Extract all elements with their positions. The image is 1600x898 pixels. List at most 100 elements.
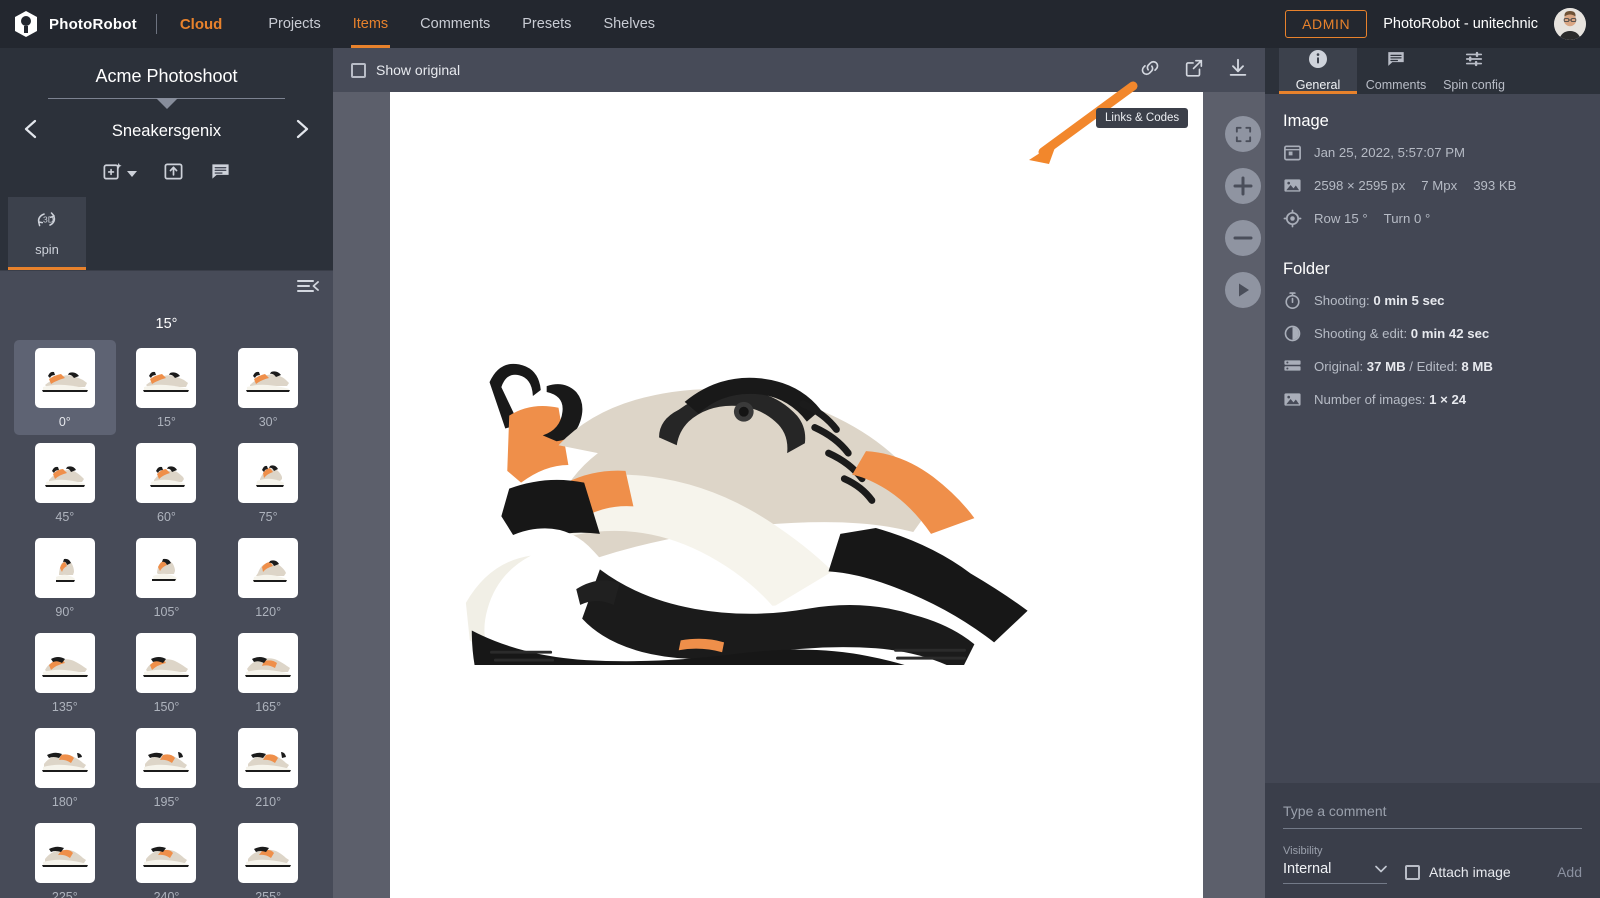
collapse-list-icon[interactable]	[297, 278, 319, 299]
brand-product[interactable]: Cloud	[180, 16, 223, 33]
folder-size-group: Original: 37 MB / Edited: 8 MB	[1314, 359, 1493, 374]
thumbnail-grid: 0° 15° 30° 45° 60° 75° 90° 105° 120° 135…	[14, 340, 319, 898]
folder-shooting-edit-group: Shooting & edit: 0 min 42 sec	[1314, 326, 1489, 341]
folder-count-value: 1 × 24	[1429, 392, 1467, 407]
brand-block[interactable]: PhotoRobot Cloud	[0, 10, 222, 38]
thumbnail-label: 165°	[255, 700, 282, 714]
thumbnail-item[interactable]: 150°	[116, 625, 218, 720]
thumbnail-image	[238, 443, 299, 503]
product-photo[interactable]	[390, 92, 1203, 898]
sidebar-tab-spin[interactable]: 3D spin	[8, 197, 86, 270]
image-position-group: Row 15 ° Turn 0 °	[1314, 211, 1430, 226]
thumbnail-item[interactable]: 135°	[14, 625, 116, 720]
viewer-toolbar: Show original	[333, 48, 1265, 92]
visibility-select[interactable]: Internal	[1283, 860, 1387, 884]
folder-count-label: Number of images:	[1314, 392, 1426, 407]
info-icon	[1308, 49, 1328, 72]
folder-original-value: 37 MB	[1366, 359, 1406, 374]
storage-icon	[1283, 357, 1302, 376]
thumbnail-item[interactable]: 75°	[217, 435, 319, 530]
thumbnail-toolbar	[0, 270, 333, 306]
thumbnail-item[interactable]: 225°	[14, 815, 116, 898]
brand-name: PhotoRobot	[49, 15, 137, 33]
comment-composer: Visibility Internal Attach image Add	[1265, 783, 1600, 898]
upload-icon	[163, 161, 184, 187]
add-image-button[interactable]	[102, 161, 137, 187]
sidebar-header: Acme Photoshoot Sneakersgenix 3D spin	[0, 48, 333, 270]
admin-badge[interactable]: ADMIN	[1285, 10, 1368, 38]
thumbnail-label: 210°	[255, 795, 282, 809]
tab-comments[interactable]: Comments	[1357, 48, 1435, 94]
thumbnail-item[interactable]: 180°	[14, 720, 116, 815]
play-icon[interactable]	[1225, 272, 1261, 308]
thumbnail-item[interactable]: 240°	[116, 815, 218, 898]
nav-item-shelves[interactable]: Shelves	[587, 0, 671, 48]
thumbnail-item[interactable]: 105°	[116, 530, 218, 625]
zoom-controls	[1225, 116, 1261, 308]
thumbnail-label: 180°	[51, 795, 78, 809]
folder-count-row: Number of images: 1 × 24	[1283, 390, 1582, 409]
thumbnail-item[interactable]: 15°	[116, 340, 218, 435]
image-megapixels: 7 Mpx	[1421, 178, 1458, 193]
thumbnail-item[interactable]: 90°	[14, 530, 116, 625]
tab-comments-label: Comments	[1365, 77, 1427, 92]
thumbnail-item[interactable]: 45°	[14, 435, 116, 530]
sidebar-tab-spin-label: spin	[35, 241, 59, 257]
thumbnail-item[interactable]: 60°	[116, 435, 218, 530]
thumbnail-label: 60°	[157, 510, 176, 524]
link-icon[interactable]	[1139, 57, 1161, 84]
target-icon	[1283, 209, 1302, 228]
fit-screen-icon[interactable]	[1225, 116, 1261, 152]
folder-shooting-edit-value: 0 min 42 sec	[1410, 326, 1490, 341]
tab-general[interactable]: General	[1279, 48, 1357, 94]
attach-image-checkbox[interactable]	[1405, 864, 1420, 880]
download-icon[interactable]	[1227, 57, 1249, 84]
folder-edited-value: 8 MB	[1461, 359, 1493, 374]
thumbnail-item[interactable]: 165°	[217, 625, 319, 720]
thumbnail-item[interactable]: 0°	[14, 340, 116, 435]
chevron-left-icon[interactable]	[18, 117, 44, 145]
thumbnail-item[interactable]: 255°	[217, 815, 319, 898]
thumbnail-item[interactable]: 120°	[217, 530, 319, 625]
open-external-icon[interactable]	[1183, 57, 1205, 84]
thumbnail-image	[34, 443, 95, 503]
add-comment-button[interactable]: Add	[1557, 864, 1582, 880]
image-dimensions-row: 2598 × 2595 px 7 Mpx 393 KB	[1283, 176, 1582, 195]
image-dimensions-group: 2598 × 2595 px 7 Mpx 393 KB	[1314, 178, 1516, 193]
zoom-out-icon[interactable]	[1225, 220, 1261, 256]
show-original-checkbox[interactable]	[351, 62, 366, 78]
thumbnail-label: 150°	[153, 700, 180, 714]
upload-button[interactable]	[163, 161, 184, 187]
zoom-in-icon[interactable]	[1225, 168, 1261, 204]
thumbnail-panel: 15° 0° 15° 30° 45° 60° 75° 90° 105° 120°…	[0, 306, 333, 898]
thumbnail-label: 90°	[55, 605, 75, 619]
chevron-down-icon[interactable]	[127, 171, 137, 177]
photorobot-logo-icon	[12, 10, 40, 38]
comment-button[interactable]	[210, 161, 231, 187]
nav-item-projects[interactable]: Projects	[252, 0, 336, 48]
attach-image-toggle[interactable]: Attach image	[1405, 864, 1511, 880]
tooltip-links-and-codes: Links & Codes	[1096, 108, 1189, 128]
project-divider	[0, 97, 333, 111]
thumbnail-label: 30°	[258, 415, 278, 429]
comment-input[interactable]	[1283, 799, 1582, 829]
spin-3d-icon: 3D	[32, 208, 62, 235]
nav-item-items[interactable]: Items	[337, 0, 404, 48]
nav-item-presets[interactable]: Presets	[506, 0, 587, 48]
top-navigation-bar: PhotoRobot Cloud Projects Items Comments…	[0, 0, 1600, 48]
chevron-right-icon[interactable]	[289, 117, 315, 145]
tab-spin-config[interactable]: Spin config	[1435, 48, 1513, 94]
chevron-down-icon[interactable]	[155, 98, 178, 109]
thumbnail-item[interactable]: 210°	[217, 720, 319, 815]
avatar[interactable]	[1554, 8, 1586, 40]
thumbnail-item[interactable]: 30°	[217, 340, 319, 435]
thumbnail-label: 15°	[157, 415, 176, 429]
workspace: Acme Photoshoot Sneakersgenix 3D spin 15…	[0, 48, 1600, 898]
comment-options: Visibility Internal Attach image Add	[1283, 845, 1582, 884]
thumbnail-item[interactable]: 195°	[116, 720, 218, 815]
left-sidebar: Acme Photoshoot Sneakersgenix 3D spin 15…	[0, 48, 333, 898]
folder-original-label: Original:	[1314, 359, 1364, 374]
show-original-toggle[interactable]: Show original	[351, 62, 460, 78]
sliders-icon	[1464, 49, 1484, 72]
nav-item-comments[interactable]: Comments	[404, 0, 506, 48]
